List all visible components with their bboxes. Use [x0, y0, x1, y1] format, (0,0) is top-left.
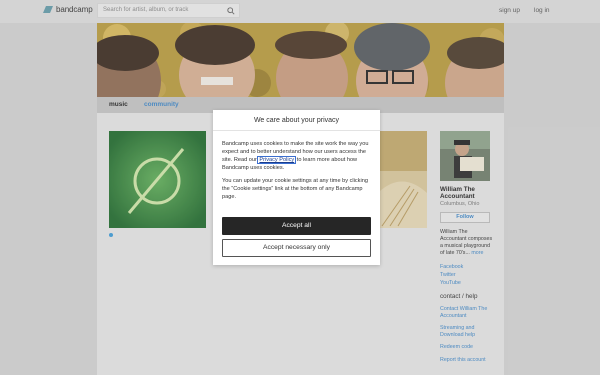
dialog-body: Bandcamp uses cookies to make the site w… [213, 131, 380, 201]
dialog-title: We care about your privacy [213, 110, 380, 131]
cookie-settings-note: You can update your cookie settings at a… [222, 178, 368, 200]
accept-necessary-button[interactable]: Accept necessary only [222, 239, 371, 257]
accept-all-button[interactable]: Accept all [222, 217, 371, 235]
privacy-policy-link[interactable]: Privacy Policy [257, 156, 297, 164]
cookie-description: Bandcamp uses cookies to make the site w… [222, 140, 371, 172]
cookie-consent-dialog: We care about your privacy Bandcamp uses… [213, 110, 380, 265]
